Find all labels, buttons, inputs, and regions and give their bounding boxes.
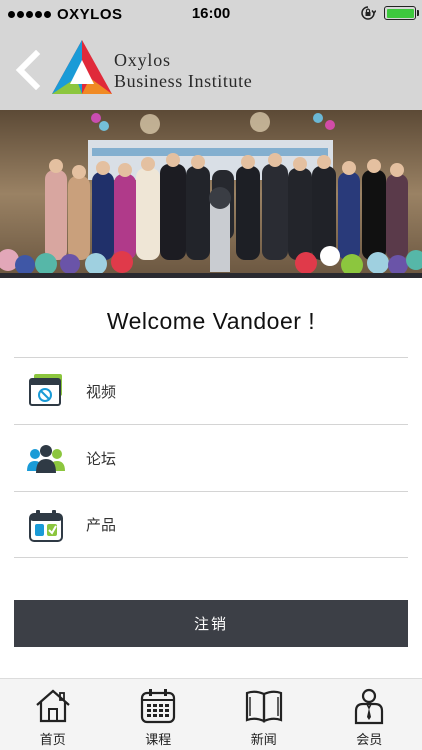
brand-line1: Oxylos bbox=[114, 50, 171, 70]
member-icon bbox=[355, 688, 384, 725]
brand-name: Oxylos Business Institute bbox=[114, 50, 252, 92]
app-header: Oxylos Business Institute bbox=[0, 28, 422, 110]
tab-news[interactable]: 新闻 bbox=[211, 679, 317, 750]
menu-item-video[interactable]: 视频 bbox=[14, 357, 408, 424]
video-window-icon bbox=[29, 374, 62, 406]
battery-level bbox=[386, 8, 414, 18]
back-button[interactable] bbox=[10, 50, 46, 90]
tab-label: 新闻 bbox=[250, 732, 277, 747]
tab-member[interactable]: 会员 bbox=[317, 679, 422, 750]
brand-line2: Business Institute bbox=[114, 71, 253, 91]
menu-list: 视频 论坛 产品 bbox=[14, 357, 408, 558]
menu-item-label: 产品 bbox=[86, 517, 117, 534]
event-group-photo bbox=[0, 110, 422, 278]
people-forum-icon bbox=[27, 445, 65, 473]
status-bar: OXYLOS 16:00 bbox=[0, 0, 422, 28]
menu-item-label: 论坛 bbox=[86, 450, 117, 468]
product-calendar-icon bbox=[29, 509, 63, 542]
tab-course[interactable]: 课程 bbox=[106, 679, 212, 750]
tab-label: 会员 bbox=[356, 732, 383, 747]
oxylos-logo bbox=[52, 40, 112, 94]
banner-photo bbox=[0, 110, 422, 278]
tab-bar: 首页 课程 新闻 会员 bbox=[0, 678, 422, 750]
course-calendar-icon bbox=[141, 689, 176, 724]
menu-item-product[interactable]: 产品 bbox=[14, 491, 408, 558]
clock: 16:00 bbox=[191, 5, 231, 22]
logout-button[interactable]: 注销 bbox=[14, 600, 408, 647]
home-icon bbox=[36, 689, 70, 723]
tab-home[interactable]: 首页 bbox=[0, 679, 106, 750]
menu-item-label: 视频 bbox=[86, 383, 117, 401]
news-book-icon bbox=[245, 690, 282, 723]
battery-icon bbox=[384, 6, 419, 20]
menu-item-forum[interactable]: 论坛 bbox=[14, 424, 408, 491]
tab-label: 课程 bbox=[145, 732, 172, 747]
rotation-lock-icon bbox=[361, 6, 376, 20]
welcome-message: Welcome Vandoer ! bbox=[106, 308, 316, 334]
tab-label: 首页 bbox=[39, 732, 66, 747]
